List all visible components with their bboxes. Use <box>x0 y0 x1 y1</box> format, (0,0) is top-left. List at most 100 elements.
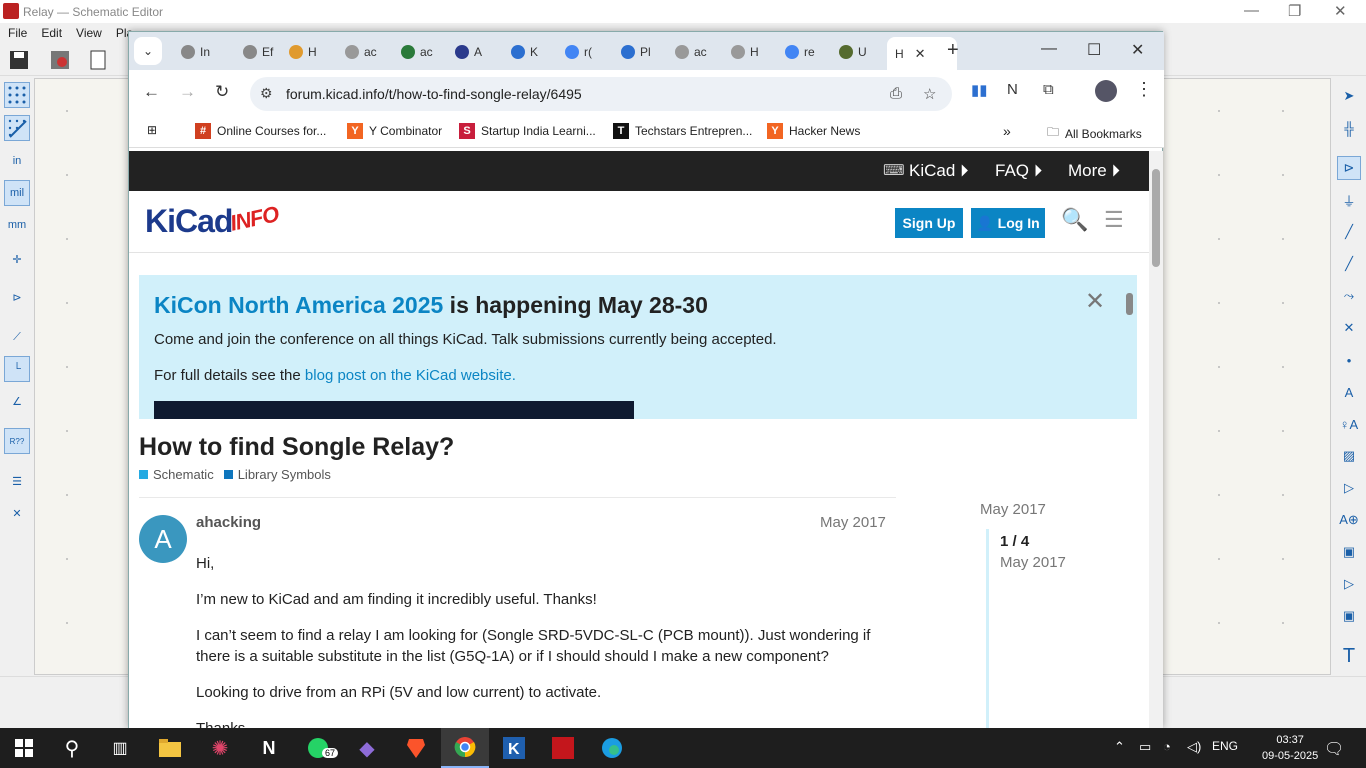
menu-file[interactable]: File <box>8 26 27 44</box>
menu-edit[interactable]: Edit <box>41 26 62 44</box>
bookmark-item[interactable]: # Online Courses for... <box>195 123 326 139</box>
back-button[interactable]: ← <box>143 82 160 102</box>
no-connect-icon[interactable]: ✕ <box>1337 316 1361 340</box>
nav-kicad[interactable]: KiCad ⏵ <box>909 161 969 181</box>
tray-chevron-icon[interactable]: ⌃ <box>1114 739 1125 755</box>
tab-5[interactable]: A <box>447 39 499 65</box>
app-pinned-icon[interactable]: ✺ <box>196 728 244 768</box>
notifications-icon[interactable]: 🗨 <box>1324 739 1344 759</box>
tab-3[interactable]: ac <box>337 39 389 65</box>
banner-title-link[interactable]: KiCon North America 2025 <box>154 292 443 318</box>
bookmark-item[interactable]: S Startup India Learni... <box>459 123 596 139</box>
category-library-symbols[interactable]: Library Symbols <box>223 467 331 482</box>
sheet-icon[interactable]: ▨ <box>1337 444 1361 468</box>
acrobat-icon[interactable] <box>539 728 587 768</box>
global-label-icon[interactable]: ♀A <box>1337 412 1361 436</box>
sign-up-button[interactable]: Sign Up <box>895 208 963 238</box>
tab-2[interactable]: H <box>281 39 333 65</box>
restore-icon[interactable]: ❐ <box>1288 2 1301 20</box>
chrome-icon[interactable] <box>441 728 489 768</box>
edge-icon[interactable] <box>588 728 636 768</box>
log-in-button[interactable]: 👤 Log In <box>971 208 1045 238</box>
add-power-icon[interactable]: ⏚ <box>1337 188 1361 212</box>
page-settings-icon[interactable] <box>86 48 110 72</box>
bus-entry-icon[interactable]: ⤳ <box>1337 284 1361 308</box>
category-schematic[interactable]: Schematic <box>139 467 214 482</box>
forward-button[interactable]: → <box>179 82 196 102</box>
hamburger-menu-icon[interactable]: ☰ <box>1104 207 1124 233</box>
timeline-start-date[interactable]: May 2017 <box>980 501 1046 518</box>
bookmark-item[interactable]: Y Hacker News <box>767 123 860 139</box>
search-icon[interactable]: ⚲ <box>48 728 96 768</box>
add-wire-icon[interactable]: ╱ <box>1337 220 1361 244</box>
grid-overrides-icon[interactable] <box>4 115 30 141</box>
new-tab-button[interactable]: + <box>947 39 959 62</box>
tab-12[interactable]: U <box>831 39 883 65</box>
close-icon[interactable]: ✕ <box>1334 2 1347 20</box>
extensions-puzzle-icon[interactable]: ⧉ <box>1043 81 1054 98</box>
line-mode-free-icon[interactable]: ⟋ <box>4 324 30 350</box>
post-username[interactable]: ahacking <box>196 514 261 531</box>
image-icon[interactable]: ▣ <box>1337 604 1361 628</box>
site-info-icon[interactable]: ⚙ <box>260 85 273 102</box>
kicad-info-logo[interactable]: KiCadINFO <box>145 201 281 240</box>
bookmark-star-icon[interactable]: ☆ <box>923 85 936 103</box>
line-mode-45-icon[interactable]: ∠ <box>4 388 30 414</box>
obsidian-icon[interactable]: ◆ <box>343 728 391 768</box>
tab-8[interactable]: Pl <box>613 39 665 65</box>
nav-faq[interactable]: FAQ ⏵ <box>995 161 1042 181</box>
units-mm-icon[interactable]: mm <box>4 212 30 238</box>
banner-scroll-thumb[interactable] <box>1126 293 1133 315</box>
timeline-track[interactable] <box>986 529 989 728</box>
bookmark-item[interactable]: T Techstars Entrepren... <box>613 123 752 139</box>
banner-scrollbar[interactable] <box>1123 275 1137 419</box>
tab-11[interactable]: re <box>777 39 829 65</box>
all-bookmarks-folder[interactable]: 🗀 All Bookmarks <box>1047 123 1142 144</box>
post-date[interactable]: May 2017 <box>820 514 886 531</box>
add-text-icon[interactable]: T <box>1337 644 1361 668</box>
kicad-taskbar-icon[interactable]: K <box>490 728 538 768</box>
wifi-icon[interactable]: ◔ <box>1163 739 1171 754</box>
install-app-icon[interactable]: ⎙ <box>890 85 902 102</box>
tab-1[interactable]: Ef <box>235 39 287 65</box>
profile-avatar[interactable] <box>1095 80 1117 102</box>
units-inch-icon[interactable]: in <box>4 148 30 174</box>
system-clock[interactable]: 03:37 09-05-2025 <box>1262 732 1318 764</box>
search-icon[interactable]: 🔍 <box>1061 207 1088 233</box>
hier-label-icon[interactable]: ▷ <box>1337 476 1361 500</box>
page-scroll-thumb[interactable] <box>1152 169 1160 267</box>
schematic-setup-icon[interactable] <box>48 48 72 72</box>
battery-icon[interactable]: ▭ <box>1139 739 1151 755</box>
tab-4[interactable]: ac <box>393 39 445 65</box>
grid-icon[interactable] <box>4 82 30 108</box>
extension-notion-icon[interactable]: N <box>1007 81 1018 98</box>
crosshair-icon[interactable]: ✛ <box>4 246 30 272</box>
address-bar[interactable]: ⚙ forum.kicad.info/t/how-to-find-songle-… <box>250 77 952 111</box>
highlight-net-icon[interactable]: ╬ <box>1337 116 1361 140</box>
tab-10[interactable]: H <box>723 39 775 65</box>
tab-9[interactable]: ac <box>667 39 719 65</box>
tab-close-icon[interactable]: ✕ <box>915 46 926 62</box>
save-icon[interactable] <box>7 48 31 72</box>
text-icon[interactable]: A⊕ <box>1337 508 1361 532</box>
topic-title[interactable]: How to find Songle Relay? <box>139 433 454 462</box>
url-text[interactable]: forum.kicad.info/t/how-to-find-songle-re… <box>286 86 582 102</box>
add-bus-icon[interactable]: ╱ <box>1337 252 1361 276</box>
language-indicator[interactable]: ENG <box>1212 739 1238 753</box>
apps-grid-icon[interactable]: ⊞ <box>147 123 157 137</box>
junction-icon[interactable]: • <box>1337 348 1361 372</box>
blog-post-link[interactable]: blog post on the KiCad website. <box>305 367 516 384</box>
menu-kebab-icon[interactable]: ⋮ <box>1135 79 1153 100</box>
symbol-fields-table-icon[interactable]: ☰ <box>4 468 30 494</box>
volume-icon[interactable]: ◁) <box>1187 739 1201 755</box>
bookmark-item[interactable]: Y Y Combinator <box>347 123 442 139</box>
post-avatar[interactable]: A <box>139 515 187 563</box>
hierarchy-icon[interactable]: ⊳ <box>4 284 30 310</box>
minimize-icon[interactable]: — <box>1244 2 1259 19</box>
tab-0[interactable]: In <box>173 39 225 65</box>
extension-trello-icon[interactable]: ▮▮ <box>971 81 988 99</box>
tab-7[interactable]: r( <box>557 39 609 65</box>
import-sheet-pin-icon[interactable]: ▣ <box>1337 540 1361 564</box>
line-mode-90-icon[interactable]: └ <box>4 356 30 382</box>
tab-6[interactable]: K <box>503 39 555 65</box>
